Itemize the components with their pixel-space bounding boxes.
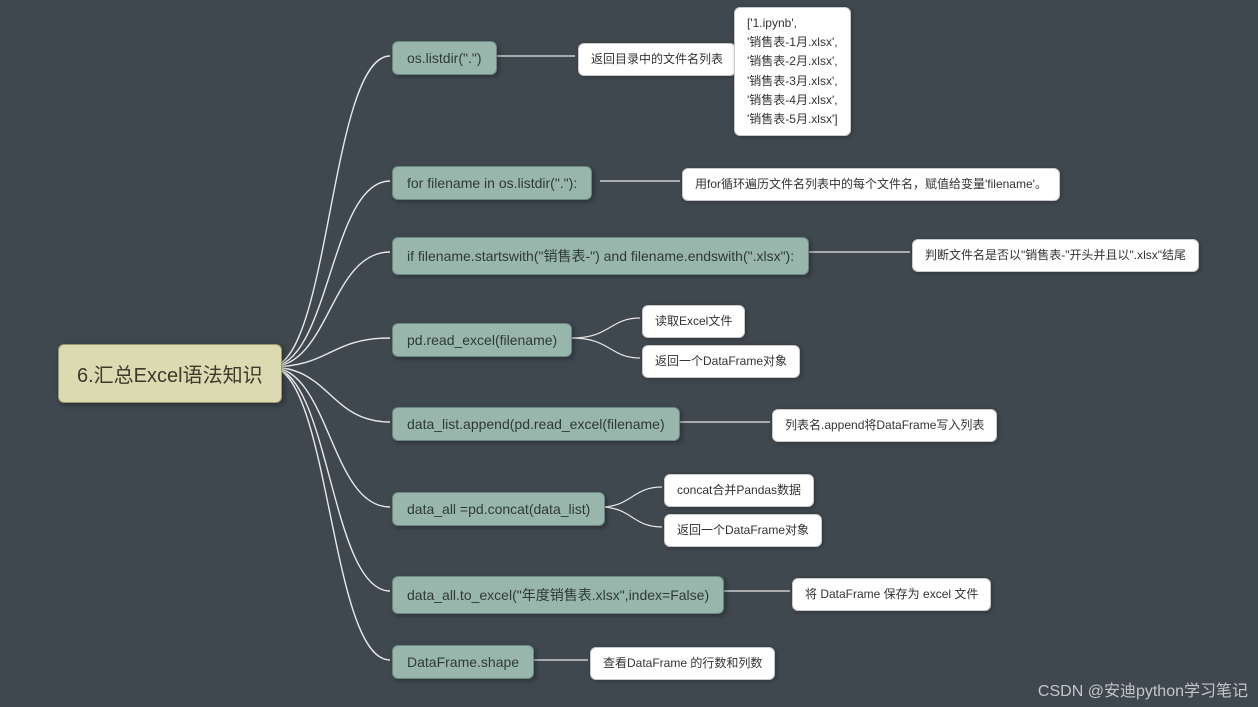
leaf-concat-desc2: 返回一个DataFrame对象 xyxy=(664,514,822,547)
branch-if-condition[interactable]: if filename.startswith("销售表-") and filen… xyxy=(392,237,809,275)
leaf-concat-desc1: concat合并Pandas数据 xyxy=(664,474,814,507)
root-node[interactable]: 6.汇总Excel语法知识 xyxy=(58,344,282,403)
branch-append[interactable]: data_list.append(pd.read_excel(filename) xyxy=(392,407,680,441)
branch-for-loop[interactable]: for filename in os.listdir("."): xyxy=(392,166,592,200)
watermark-text: CSDN @安迪python学习笔记 xyxy=(1038,677,1248,701)
leaf-listdir-desc: 返回目录中的文件名列表 xyxy=(578,43,736,76)
branch-concat[interactable]: data_all =pd.concat(data_list) xyxy=(392,492,605,526)
branch-os-listdir[interactable]: os.listdir(".") xyxy=(392,41,497,75)
leaf-shape-desc: 查看DataFrame 的行数和列数 xyxy=(590,647,775,680)
leaf-read-excel-desc1: 读取Excel文件 xyxy=(642,305,745,338)
leaf-read-excel-desc2: 返回一个DataFrame对象 xyxy=(642,345,800,378)
branch-shape[interactable]: DataFrame.shape xyxy=(392,645,534,679)
leaf-listdir-output: ['1.ipynb', '销售表-1月.xlsx', '销售表-2月.xlsx'… xyxy=(734,7,851,136)
branch-to-excel[interactable]: data_all.to_excel("年度销售表.xlsx",index=Fal… xyxy=(392,576,724,614)
leaf-append-desc: 列表名.append将DataFrame写入列表 xyxy=(772,409,997,442)
leaf-to-excel-desc: 将 DataFrame 保存为 excel 文件 xyxy=(792,578,991,611)
leaf-for-desc: 用for循环遍历文件名列表中的每个文件名，赋值给变量'filename'。 xyxy=(682,168,1060,201)
branch-read-excel[interactable]: pd.read_excel(filename) xyxy=(392,323,572,357)
leaf-if-desc: 判断文件名是否以"销售表-"开头并且以".xlsx"结尾 xyxy=(912,239,1199,272)
